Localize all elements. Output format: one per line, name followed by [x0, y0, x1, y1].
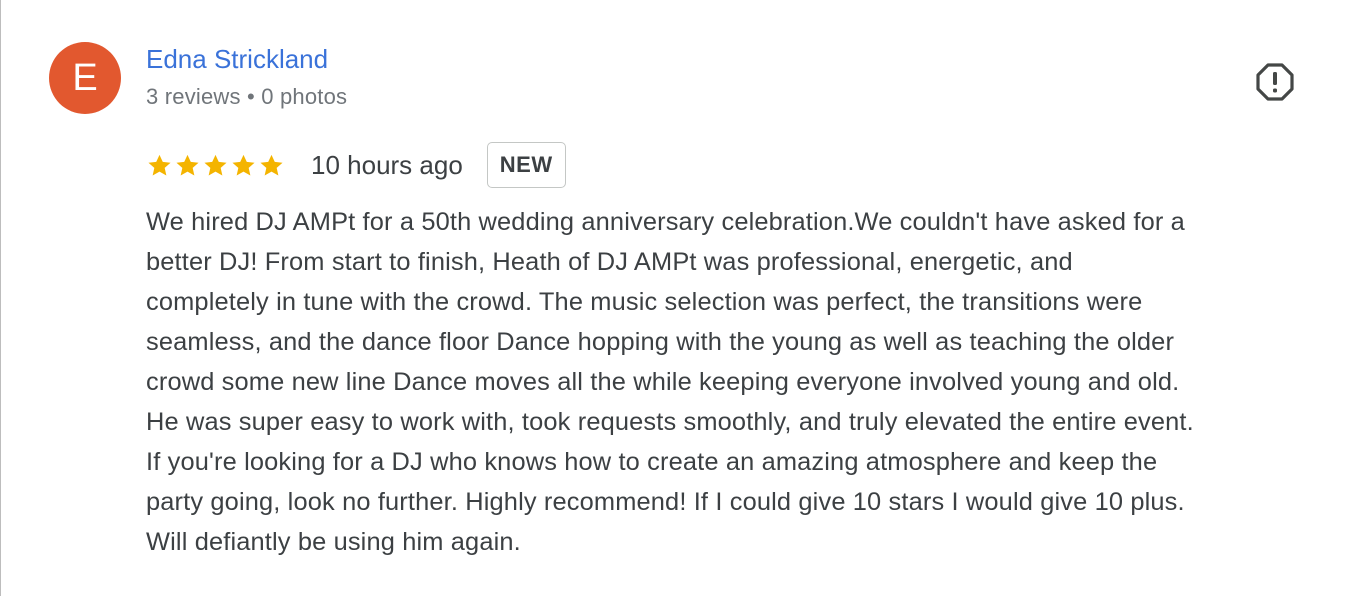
star-icon [232, 154, 255, 176]
review-text-line: seamless, and the dance floor Dance hopp… [146, 328, 1175, 356]
review-text-line: crowd some new line Dance moves all the … [146, 368, 1180, 396]
reviewer-name-link[interactable]: Edna Strickland [146, 44, 328, 75]
report-flag-icon [1256, 63, 1294, 101]
review-text-line: completely in tune with the crowd. The m… [146, 288, 1143, 316]
reviewer-stats: 3 reviews • 0 photos [146, 84, 348, 109]
review-body: We hired DJ AMPt for a 50th wedding anni… [146, 202, 1326, 562]
rating-row: 10 hours ago NEW [146, 142, 566, 188]
star-icon [204, 154, 227, 176]
review-text-line: He was super easy to work with, took req… [146, 408, 1194, 436]
review-text-line: If you're looking for a DJ who knows how… [146, 448, 1158, 476]
review-text-line: Will defiantly be using him again. [146, 528, 521, 556]
avatar[interactable]: E [49, 42, 121, 114]
star-icon [260, 154, 283, 176]
star-icon [148, 154, 171, 176]
review-text-line: We hired DJ AMPt for a 50th wedding anni… [146, 208, 1185, 236]
new-badge: NEW [486, 142, 566, 188]
review-text-line: better DJ! From start to finish, Heath o… [146, 248, 1073, 276]
star-rating [146, 152, 285, 179]
review-text-line: party going, look no further. Highly rec… [146, 488, 1185, 516]
left-border [0, 0, 1, 596]
review-timestamp: 10 hours ago [311, 149, 463, 180]
star-icon [176, 154, 199, 176]
report-review-button[interactable] [1254, 61, 1296, 103]
